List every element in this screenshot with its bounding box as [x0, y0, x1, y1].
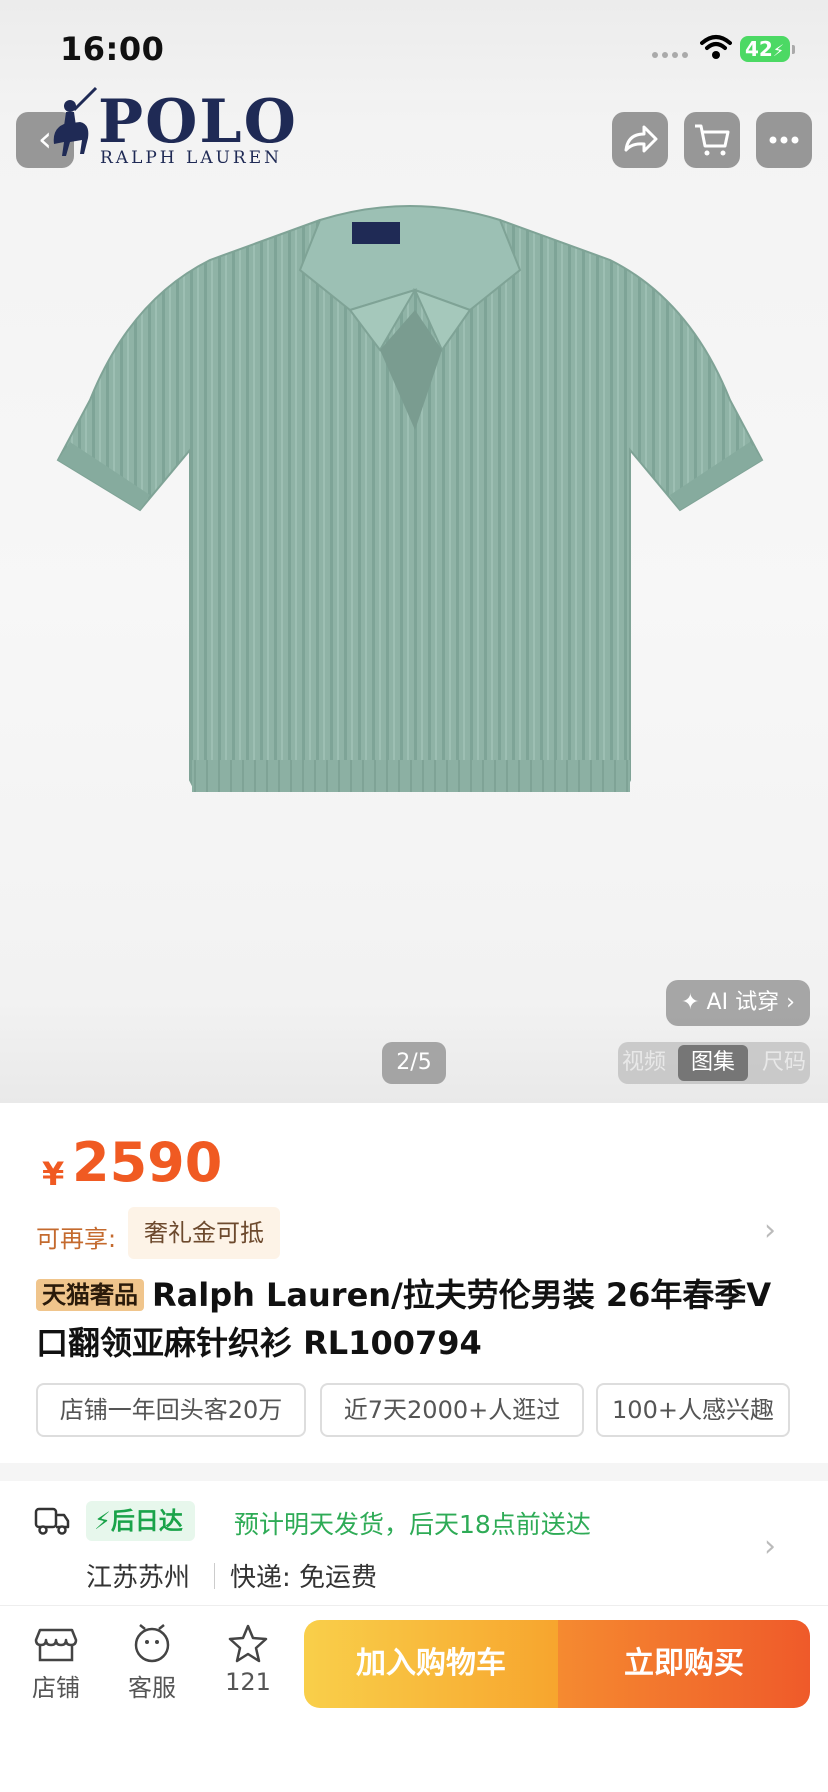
- truck-icon: [34, 1507, 70, 1535]
- chip-repeat-customers[interactable]: 店铺一年回头客20万: [36, 1383, 306, 1437]
- chip-interested[interactable]: 100+人感兴趣: [596, 1383, 790, 1437]
- chevron-right-icon[interactable]: ›: [764, 1529, 776, 1564]
- favorite-count: 121: [225, 1668, 271, 1696]
- battery-tip: [792, 45, 795, 54]
- product-gallery[interactable]: 16:00 42⚡ ‹ POLO RALPH LAUREN ✦ AI 试穿 › …: [0, 0, 828, 1103]
- product-title-text: Ralph Lauren/拉夫劳伦男装 26年春季V口翻领亚麻针织衫 RL100…: [36, 1276, 772, 1362]
- tab-size[interactable]: 尺码: [762, 1042, 806, 1084]
- battery-level: 42: [745, 37, 773, 61]
- share-button[interactable]: [612, 112, 668, 168]
- status-time: 16:00: [60, 30, 165, 68]
- price-value: 2590: [72, 1131, 223, 1194]
- divider: [214, 1563, 215, 1589]
- cart-icon: [695, 124, 730, 156]
- store-tag: 天猫奢品: [36, 1279, 144, 1311]
- delivery-badge: ⚡后日达: [86, 1501, 195, 1541]
- benefit-label: 可再享:: [36, 1225, 117, 1253]
- store-label: 店铺: [32, 1674, 80, 1702]
- tab-gallery[interactable]: 图集: [678, 1045, 748, 1081]
- ship-origin: 江苏苏州: [86, 1563, 191, 1593]
- more-icon: [769, 136, 799, 144]
- product-title: 天猫奢品 Ralph Lauren/拉夫劳伦男装 26年春季V口翻领亚麻针织衫 R…: [36, 1271, 796, 1367]
- lightning-icon: ⚡: [94, 1507, 111, 1535]
- customer-service-label: 客服: [128, 1674, 176, 1702]
- battery-icon: 42⚡: [740, 36, 790, 62]
- benefit-tag[interactable]: 奢礼金可抵: [128, 1207, 280, 1259]
- product-info-card: ¥ 2590 可再享: 奢礼金可抵 › 天猫奢品 Ralph Lauren/拉夫劳…: [0, 1103, 828, 1463]
- store-icon: [34, 1628, 78, 1662]
- brand-name: POLO: [98, 87, 298, 157]
- bottom-action-bar: 店铺 客服 121 加入购物车 立即购买: [0, 1605, 828, 1792]
- chevron-right-icon[interactable]: ›: [764, 1213, 776, 1248]
- delivery-eta: 预计明天发货，后天18点前送达: [234, 1510, 591, 1539]
- add-to-cart-button[interactable]: 加入购物车: [304, 1620, 558, 1708]
- buy-now-button[interactable]: 立即购买: [558, 1620, 810, 1708]
- delivery-card[interactable]: ⚡后日达 预计明天发货，后天18点前送达 江苏苏州 快递: 免运费 ›: [0, 1481, 828, 1605]
- tab-video[interactable]: 视频: [622, 1042, 666, 1084]
- favorite-button[interactable]: 121: [208, 1624, 288, 1696]
- chip-recent-visitors[interactable]: 近7天2000+人逛过: [320, 1383, 584, 1437]
- product-image[interactable]: [50, 200, 790, 920]
- signal-icon: [652, 52, 690, 60]
- wifi-icon: [700, 35, 732, 59]
- polo-player-icon: [53, 86, 98, 156]
- more-button[interactable]: [756, 112, 812, 168]
- social-proof-chips: 店铺一年回头客20万 近7天2000+人逛过 100+人感兴趣: [36, 1383, 796, 1437]
- price-currency: ¥: [42, 1155, 65, 1193]
- share-icon: [624, 125, 658, 153]
- customer-service-button[interactable]: 客服: [112, 1624, 192, 1703]
- delivery-badge-label: 后日达: [110, 1507, 183, 1535]
- ai-try-on-button[interactable]: ✦ AI 试穿 ›: [666, 980, 810, 1026]
- star-icon: [228, 1624, 268, 1663]
- shipping-fee: 快递: 免运费: [230, 1563, 378, 1593]
- customer-service-icon: [134, 1624, 170, 1663]
- brand-sub: RALPH LAUREN: [100, 148, 283, 168]
- cart-button[interactable]: [684, 112, 740, 168]
- brand-logo: POLO RALPH LAUREN: [40, 84, 296, 174]
- image-page-indicator: 2/5: [382, 1042, 446, 1084]
- gallery-tabs: 视频 图集 尺码: [618, 1042, 810, 1084]
- store-button[interactable]: 店铺: [16, 1624, 96, 1703]
